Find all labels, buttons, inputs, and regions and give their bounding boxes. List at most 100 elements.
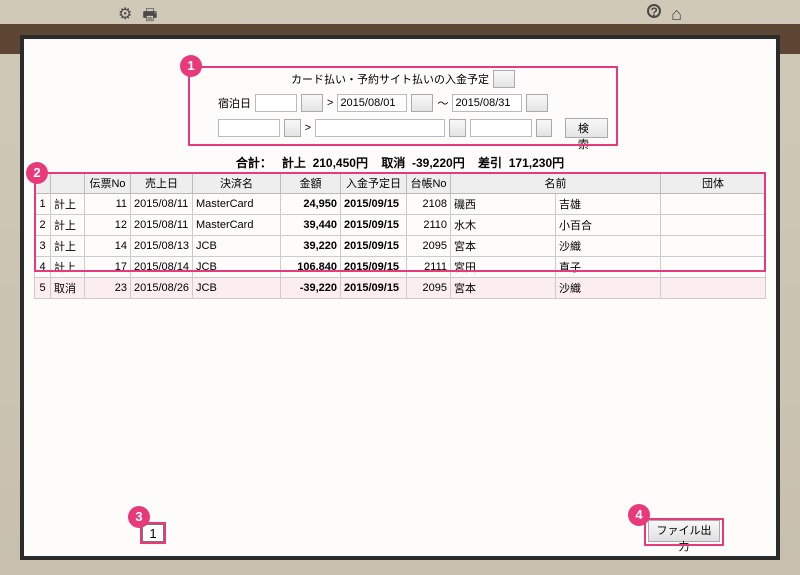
summary-diff-value: 171,230円 xyxy=(509,156,564,170)
cell-firstname: 沙織 xyxy=(556,278,661,299)
cell-status: 計上 xyxy=(51,215,85,236)
cell-date: 2015/08/11 xyxy=(131,194,193,215)
cell-status: 計上 xyxy=(51,257,85,278)
filter-a-picker[interactable] xyxy=(284,119,301,137)
summary-diff-label: 差引 xyxy=(478,156,502,170)
cell-deposit: 2015/09/15 xyxy=(341,257,407,278)
col-amount[interactable]: 金額 xyxy=(281,173,341,194)
table-row[interactable]: 1計上112015/08/11MasterCard24,9502015/09/1… xyxy=(35,194,766,215)
cell-date: 2015/08/14 xyxy=(131,257,193,278)
cell-slip: 11 xyxy=(85,194,131,215)
cell-status: 取消 xyxy=(51,278,85,299)
col-payment-name[interactable]: 決済名 xyxy=(193,173,281,194)
filter-c-input[interactable] xyxy=(470,119,532,137)
summary-keijo-value: 210,450円 xyxy=(313,156,368,170)
stay-type-picker[interactable] xyxy=(301,94,323,112)
cell-date: 2015/08/11 xyxy=(131,215,193,236)
file-output-button[interactable]: ファイル出力 xyxy=(648,520,720,542)
cell-ledger: 2108 xyxy=(407,194,451,215)
gt-2: > xyxy=(305,122,311,134)
cell-deposit: 2015/09/15 xyxy=(341,215,407,236)
table-row[interactable]: 5取消232015/08/26JCB-39,2202015/09/152095宮… xyxy=(35,278,766,299)
cell-payment: MasterCard xyxy=(193,215,281,236)
cell-payment: JCB xyxy=(193,236,281,257)
date-to-picker[interactable] xyxy=(526,94,548,112)
cell-lastname: 磯西 xyxy=(451,194,556,215)
col-group[interactable]: 団体 xyxy=(661,173,766,194)
stay-type-input[interactable] xyxy=(255,94,297,112)
search-panel: カード払い・予約サイト払いの入金予定 宿泊日 > ～ > 検 索 xyxy=(188,64,618,154)
table-row[interactable]: 2計上122015/08/11MasterCard39,4402015/09/1… xyxy=(35,215,766,236)
cell-ledger: 2095 xyxy=(407,236,451,257)
stay-date-label: 宿泊日 xyxy=(218,95,251,111)
summary-keijo-label: 計上 xyxy=(282,156,306,170)
summary-line: 合計： 計上 210,450円 取消 -39,220円 差引 171,230円 xyxy=(24,154,776,171)
cell-firstname: 吉雄 xyxy=(556,194,661,215)
cell-firstname: 沙織 xyxy=(556,236,661,257)
callout-3: 3 xyxy=(128,506,150,528)
filter-b-picker[interactable] xyxy=(449,119,466,137)
cell-firstname: 直子 xyxy=(556,257,661,278)
cell-date: 2015/08/26 xyxy=(131,278,193,299)
cell-status: 計上 xyxy=(51,194,85,215)
cell-slip: 12 xyxy=(85,215,131,236)
search-button[interactable]: 検 索 xyxy=(565,118,608,138)
summary-cancel-label: 取消 xyxy=(381,156,405,170)
col-ledger-no[interactable]: 台帳No xyxy=(407,173,451,194)
gear-icon[interactable]: ⚙ xyxy=(118,4,132,31)
table-row[interactable]: 3計上142015/08/13JCB39,2202015/09/152095宮本… xyxy=(35,236,766,257)
cell-lastname: 宮本 xyxy=(451,236,556,257)
col-name[interactable]: 名前 xyxy=(451,173,661,194)
table-header-row: 伝票No 売上日 決済名 金額 入金予定日 台帳No 名前 団体 xyxy=(35,173,766,194)
col-deposit-date[interactable]: 入金予定日 xyxy=(341,173,407,194)
cell-payment: JCB xyxy=(193,278,281,299)
col-slip-no[interactable]: 伝票No xyxy=(85,173,131,194)
cell-group xyxy=(661,257,766,278)
main-panel: 1 カード払い・予約サイト払いの入金予定 宿泊日 > ～ > 検 索 xyxy=(20,35,780,560)
cell-lastname: 水木 xyxy=(451,215,556,236)
filter-c-picker[interactable] xyxy=(536,119,553,137)
cell-firstname: 小百合 xyxy=(556,215,661,236)
cell-deposit: 2015/09/15 xyxy=(341,278,407,299)
date-to-input[interactable] xyxy=(452,94,522,112)
cell-ledger: 2095 xyxy=(407,278,451,299)
cell-index: 4 xyxy=(35,257,51,278)
table-row[interactable]: 4計上172015/08/14JCB106,8402015/09/152111宮… xyxy=(35,257,766,278)
summary-total-label: 合計： xyxy=(236,156,272,170)
help-icon[interactable]: ? xyxy=(647,4,661,18)
home-icon[interactable]: ⌂ xyxy=(671,4,682,25)
title-picker-button[interactable] xyxy=(493,70,515,88)
results-table: 伝票No 売上日 決済名 金額 入金予定日 台帳No 名前 団体 1計上1120… xyxy=(34,172,766,299)
cell-deposit: 2015/09/15 xyxy=(341,236,407,257)
callout-2: 2 xyxy=(26,162,48,184)
cell-amount: 24,950 xyxy=(281,194,341,215)
cell-payment: JCB xyxy=(193,257,281,278)
summary-cancel-value: -39,220円 xyxy=(412,156,465,170)
search-title: カード払い・予約サイト払いの入金予定 xyxy=(291,71,489,87)
date-from-input[interactable] xyxy=(337,94,407,112)
cell-amount: 106,840 xyxy=(281,257,341,278)
cell-lastname: 宮本 xyxy=(451,278,556,299)
gt-1: > xyxy=(327,97,333,109)
toolbar-right: ? ⌂ xyxy=(647,4,682,25)
cell-index: 3 xyxy=(35,236,51,257)
cell-deposit: 2015/09/15 xyxy=(341,194,407,215)
page-number[interactable]: 1 xyxy=(142,524,164,542)
cell-lastname: 宮田 xyxy=(451,257,556,278)
cell-ledger: 2111 xyxy=(407,257,451,278)
cell-group xyxy=(661,215,766,236)
cell-slip: 14 xyxy=(85,236,131,257)
cell-amount: 39,440 xyxy=(281,215,341,236)
filter-b-input[interactable] xyxy=(315,119,445,137)
print-icon[interactable]: 🖶 xyxy=(142,4,157,31)
cell-group xyxy=(661,236,766,257)
cell-group xyxy=(661,194,766,215)
cell-slip: 17 xyxy=(85,257,131,278)
date-from-picker[interactable] xyxy=(411,94,433,112)
cell-payment: MasterCard xyxy=(193,194,281,215)
cell-slip: 23 xyxy=(85,278,131,299)
col-sales-date[interactable]: 売上日 xyxy=(131,173,193,194)
cell-index: 2 xyxy=(35,215,51,236)
cell-ledger: 2110 xyxy=(407,215,451,236)
filter-a-input[interactable] xyxy=(218,119,280,137)
